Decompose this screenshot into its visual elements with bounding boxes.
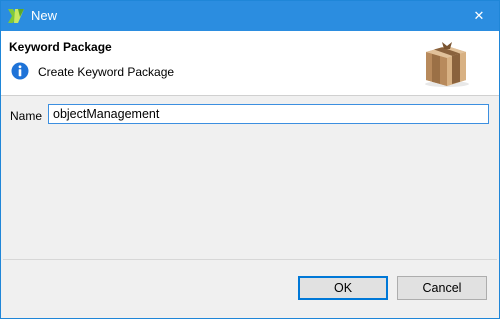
info-icon <box>11 62 29 80</box>
close-button[interactable]: ✕ <box>459 1 499 31</box>
close-icon: ✕ <box>473 8 485 23</box>
app-logo-icon <box>8 9 24 23</box>
window-title: New <box>31 8 58 23</box>
name-label: Name <box>10 109 43 123</box>
new-dialog-window: New ✕ Keyword Package Create Keyword Pac… <box>0 0 500 319</box>
banner-title: Keyword Package <box>9 40 112 54</box>
banner-message: Create Keyword Package <box>38 65 175 79</box>
ok-button[interactable]: OK <box>298 276 388 300</box>
cancel-button[interactable]: Cancel <box>397 276 487 300</box>
name-input[interactable] <box>48 104 489 124</box>
dialog-banner: Keyword Package Create Keyword Package <box>1 31 499 96</box>
footer-separator <box>3 259 497 260</box>
package-icon <box>425 42 469 87</box>
title-bar[interactable]: New ✕ <box>1 1 499 31</box>
